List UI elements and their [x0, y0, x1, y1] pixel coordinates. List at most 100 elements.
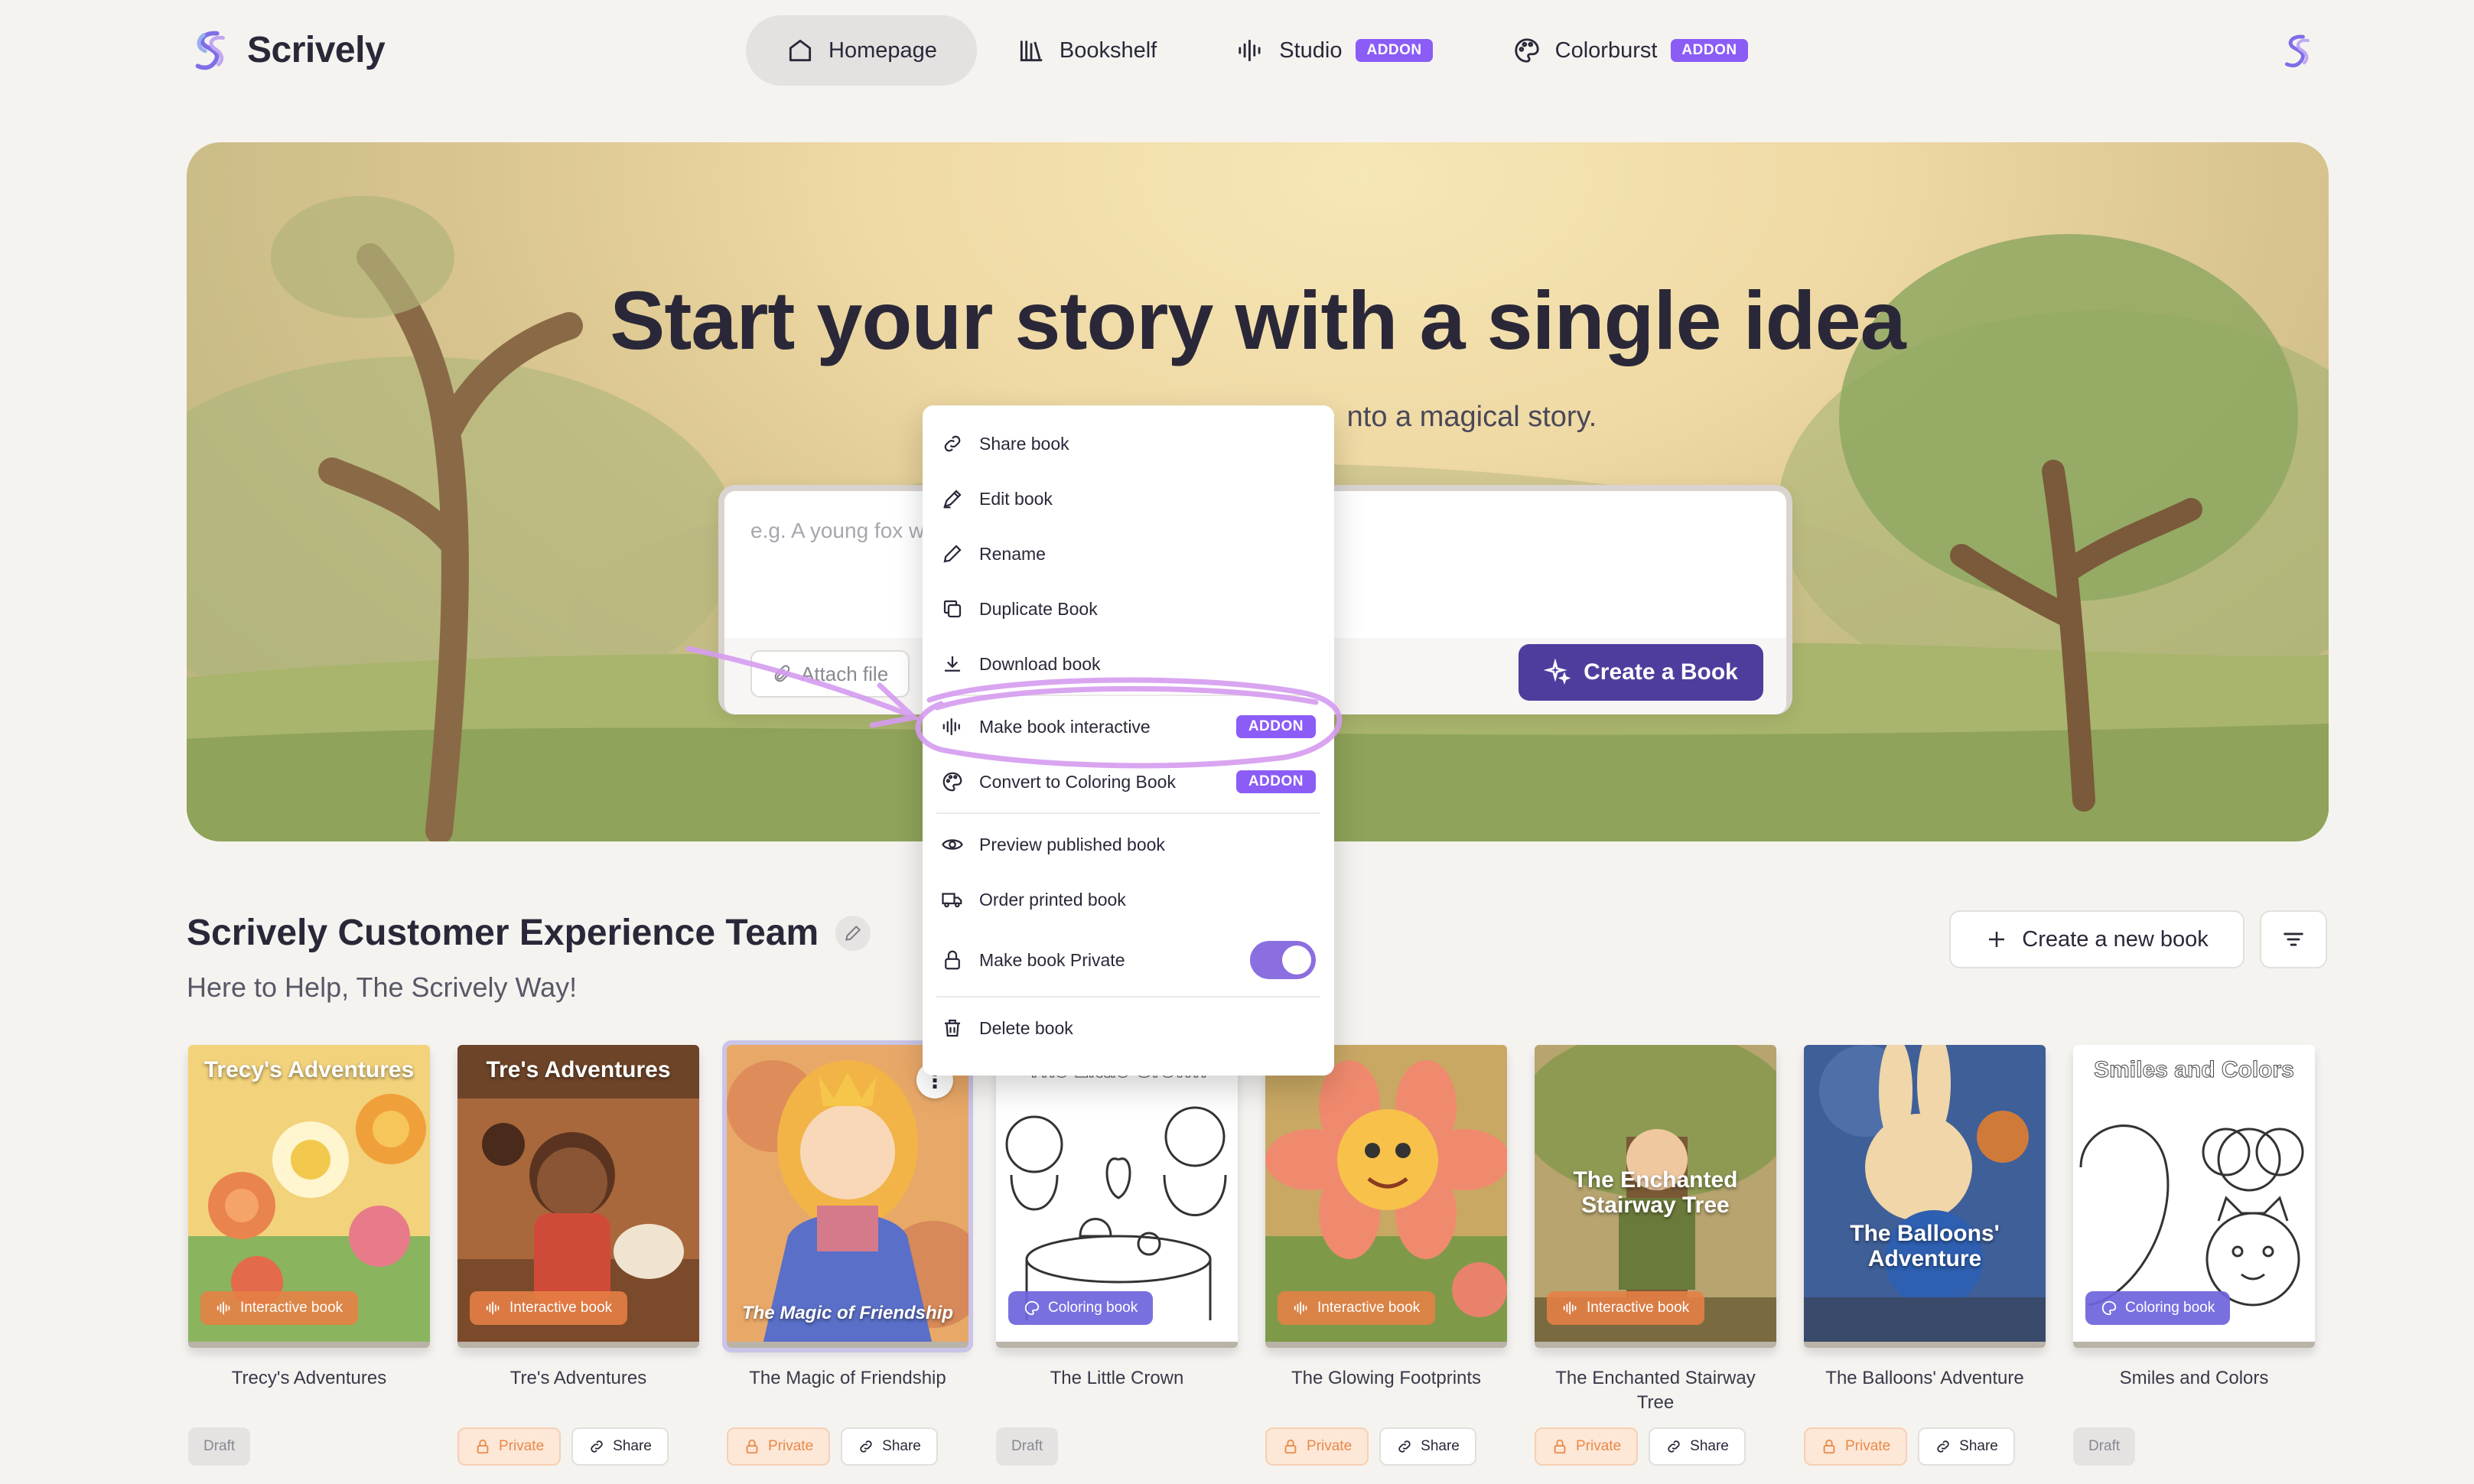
book-cover[interactable]: The Little Crown Coloring book [996, 1045, 1238, 1348]
share-button[interactable]: Share [1918, 1427, 2015, 1466]
nav-colorburst[interactable]: Colorburst ADDON [1473, 15, 1788, 86]
filter-icon [2284, 932, 2303, 946]
create-book-button[interactable]: Create a Book [1519, 644, 1763, 701]
menu-divider [936, 996, 1320, 997]
book-meta: Private Share [457, 1427, 669, 1466]
private-label: Private [1576, 1438, 1622, 1454]
menu-label: Duplicate Book [979, 598, 1098, 619]
logo[interactable]: Scrively [187, 26, 386, 73]
menu-order-printed[interactable]: Order printed book [923, 872, 1334, 927]
attach-file-button[interactable]: Attach file [750, 650, 910, 698]
book-card[interactable]: Tre's Adventures Interactive book Tre's … [457, 1045, 702, 1466]
bookshelf-icon [1020, 41, 1043, 62]
menu-label: Edit book [979, 488, 1053, 509]
top-bar: Scrively Homepage Bookshelf Studio ADDON… [0, 0, 2474, 107]
lock-icon [746, 1439, 758, 1454]
book-cover[interactable]: Smiles and Colors Coloring book [2073, 1045, 2315, 1348]
cover-title: The Enchanted Stairway Tree [1573, 1167, 1738, 1218]
book-cover[interactable]: The Magic of Friendship ⋮ [722, 1040, 973, 1352]
menu-duplicate-book[interactable]: Duplicate Book [923, 581, 1334, 636]
menu-edit-book[interactable]: Edit book [923, 471, 1334, 526]
link-icon [944, 435, 961, 452]
book-title[interactable]: Tre's Adventures [457, 1366, 699, 1391]
book-title[interactable]: The Little Crown [996, 1366, 1238, 1391]
private-toggle[interactable] [1250, 941, 1316, 979]
private-badge[interactable]: Private [1804, 1427, 1908, 1466]
nav-label: Bookshelf [1059, 37, 1157, 63]
audio-wave-icon [216, 1301, 230, 1315]
book-card[interactable]: Trecy's Adventures Interactive book Trec… [188, 1045, 433, 1466]
private-badge[interactable]: Private [457, 1427, 562, 1466]
book-cover[interactable]: Interactive book [1265, 1045, 1507, 1348]
create-new-book-button[interactable]: Create a new book [1949, 910, 2245, 968]
book-title[interactable]: Smiles and Colors [2073, 1366, 2315, 1391]
book-title[interactable]: The Balloons' Adventure [1804, 1366, 2046, 1391]
book-cover[interactable]: The Enchanted Stairway Tree Interactive … [1535, 1045, 1776, 1348]
share-button[interactable]: Share [1649, 1427, 1746, 1466]
nav-bookshelf[interactable]: Bookshelf [977, 15, 1196, 86]
book-card[interactable]: Interactive book The Glowing Footprints … [1265, 1045, 1510, 1466]
user-avatar-icon[interactable] [2278, 31, 2318, 70]
draft-badge: Draft [996, 1427, 1059, 1466]
addon-badge: ADDON [1356, 39, 1433, 62]
menu-divider [936, 695, 1320, 696]
book-meta: Draft [2073, 1427, 2136, 1466]
private-label: Private [1845, 1438, 1891, 1454]
private-badge[interactable]: Private [727, 1427, 831, 1466]
menu-share-book[interactable]: Share book [923, 416, 1334, 471]
share-button[interactable]: Share [841, 1427, 938, 1466]
private-badge[interactable]: Private [1265, 1427, 1369, 1466]
book-title[interactable]: The Enchanted Stairway Tree [1535, 1366, 1776, 1416]
pen-icon [943, 490, 962, 509]
story-prompt-input[interactable]: e.g. A young fox w [750, 519, 924, 543]
book-card[interactable]: The Magic of Friendship ⋮ The Magic of F… [722, 1040, 973, 1466]
filter-button[interactable] [2260, 910, 2327, 968]
share-button[interactable]: Share [1379, 1427, 1476, 1466]
palette-icon [942, 772, 962, 792]
menu-make-interactive[interactable]: Make book interactive ADDON [923, 699, 1334, 754]
book-type: Coloring book [2125, 1300, 2215, 1316]
menu-preview-published[interactable]: Preview published book [923, 817, 1334, 872]
nav-studio[interactable]: Studio ADDON [1196, 15, 1472, 86]
book-cover[interactable]: Tre's Adventures Interactive book [457, 1045, 699, 1348]
book-cover[interactable]: The Balloons' Adventure [1804, 1045, 2046, 1348]
menu-label: Download book [979, 653, 1101, 674]
share-button[interactable]: Share [571, 1427, 669, 1466]
truck-icon [942, 893, 962, 908]
trash-icon [945, 1019, 960, 1037]
book-card[interactable]: The Enchanted Stairway Tree Interactive … [1535, 1045, 1779, 1466]
create-new-book-label: Create a new book [2022, 926, 2209, 952]
pencil-icon [943, 545, 962, 563]
audio-wave-icon [486, 1301, 500, 1315]
share-label: Share [1421, 1438, 1460, 1454]
edit-team-button[interactable] [835, 915, 871, 951]
private-badge[interactable]: Private [1535, 1427, 1639, 1466]
link-icon [1398, 1440, 1411, 1453]
menu-delete-book[interactable]: Delete book [923, 1001, 1334, 1056]
menu-rename[interactable]: Rename [923, 526, 1334, 581]
book-card[interactable]: The Balloons' Adventure The Balloons' Ad… [1804, 1045, 2049, 1466]
book-title[interactable]: Trecy's Adventures [188, 1366, 430, 1391]
share-label: Share [882, 1438, 921, 1454]
menu-label: Convert to Coloring Book [979, 771, 1176, 792]
link-icon [860, 1440, 872, 1453]
scrively-logo-icon [195, 31, 225, 70]
book-title[interactable]: The Glowing Footprints [1265, 1366, 1507, 1391]
pencil-icon [845, 925, 861, 941]
audio-wave-icon [1294, 1301, 1307, 1315]
book-cover[interactable]: Trecy's Adventures Interactive book [188, 1045, 430, 1348]
attach-file-label: Attach file [801, 662, 889, 685]
link-icon [591, 1440, 603, 1453]
book-card[interactable]: The Little Crown Coloring book The Littl… [996, 1045, 1241, 1466]
menu-convert-coloring[interactable]: Convert to Coloring Book ADDON [923, 754, 1334, 809]
nav-homepage[interactable]: Homepage [746, 15, 977, 86]
share-label: Share [1690, 1438, 1729, 1454]
book-title[interactable]: The Magic of Friendship [727, 1366, 968, 1391]
link-icon [1668, 1440, 1680, 1453]
book-meta: Private Share [1535, 1427, 1746, 1466]
menu-download-book[interactable]: Download book [923, 636, 1334, 692]
menu-make-private[interactable]: Make book Private [923, 927, 1334, 993]
cover-art [1804, 1045, 2046, 1342]
book-card[interactable]: Smiles and Colors Coloring book Smiles a… [2073, 1045, 2318, 1466]
addon-badge: ADDON [1235, 715, 1316, 738]
